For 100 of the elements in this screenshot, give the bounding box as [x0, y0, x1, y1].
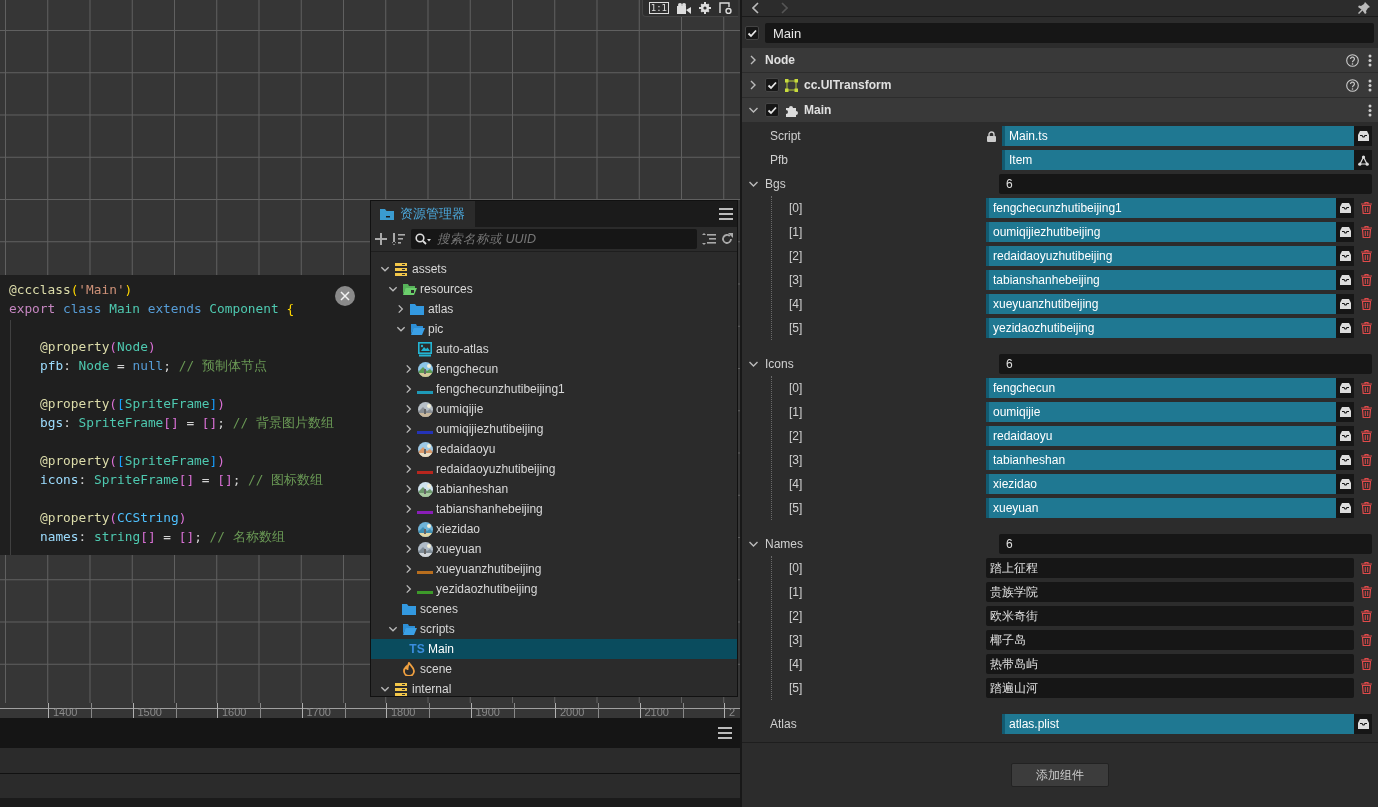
- inbox-icon[interactable]: [1339, 503, 1351, 513]
- trash-icon[interactable]: [1361, 226, 1372, 238]
- trash-icon[interactable]: [1361, 322, 1372, 334]
- text-field[interactable]: 踏遍山河: [986, 678, 1354, 698]
- add-component-button[interactable]: 添加组件: [1011, 763, 1109, 787]
- display-settings-icon[interactable]: [719, 2, 732, 14]
- component-header[interactable]: Node: [742, 48, 1378, 72]
- inbox-icon[interactable]: [1339, 479, 1351, 489]
- trash-icon[interactable]: [1361, 202, 1372, 214]
- chevron-right-icon[interactable]: [404, 583, 414, 595]
- tree-item[interactable]: xiezidao: [371, 519, 737, 539]
- trash-icon[interactable]: [1361, 298, 1372, 310]
- count-field[interactable]: 6: [999, 534, 1372, 554]
- inbox-icon[interactable]: [1357, 131, 1369, 141]
- chevron-right-icon[interactable]: [404, 563, 414, 575]
- pin-icon[interactable]: [1358, 2, 1370, 14]
- tree-item[interactable]: tabianshanhebeijing: [371, 499, 737, 519]
- trash-icon[interactable]: [1361, 682, 1372, 694]
- refresh-icon[interactable]: [721, 233, 733, 245]
- tree-item[interactable]: xueyuanzhutibeijing: [371, 559, 737, 579]
- text-field[interactable]: 热带岛屿: [986, 654, 1354, 674]
- inbox-icon[interactable]: [1339, 203, 1351, 213]
- trash-icon[interactable]: [1361, 430, 1372, 442]
- checkbox[interactable]: [745, 26, 759, 40]
- text-field[interactable]: 踏上征程: [986, 558, 1354, 578]
- chevron-right-icon[interactable]: [404, 523, 414, 535]
- text-field[interactable]: 欧米奇街: [986, 606, 1354, 626]
- trash-icon[interactable]: [1361, 478, 1372, 490]
- asset-field[interactable]: xueyuanzhutibeijing: [986, 294, 1336, 314]
- chevron-right-icon[interactable]: [404, 483, 414, 495]
- inbox-icon[interactable]: [1339, 251, 1351, 261]
- tree-item[interactable]: atlas: [371, 299, 737, 319]
- asset-field[interactable]: redaidaoyuzhutibeijing: [986, 246, 1336, 266]
- asset-field[interactable]: oumiqijiezhutibeijing: [986, 222, 1336, 242]
- menu-icon[interactable]: [718, 727, 732, 739]
- tree-item[interactable]: fengchecun: [371, 359, 737, 379]
- chevron-right-icon[interactable]: [404, 463, 414, 475]
- chevron-right-icon[interactable]: [404, 543, 414, 555]
- chevron-right-icon[interactable]: [404, 503, 414, 515]
- tree-item[interactable]: scene: [371, 659, 737, 679]
- sort-icon[interactable]: [392, 233, 406, 245]
- tree-item[interactable]: auto-atlas: [371, 339, 737, 359]
- trash-icon[interactable]: [1361, 454, 1372, 466]
- tree-item[interactable]: yezidaozhutibeijing: [371, 579, 737, 599]
- inbox-icon[interactable]: [1339, 299, 1351, 309]
- trash-icon[interactable]: [1361, 610, 1372, 622]
- checkbox[interactable]: [765, 103, 779, 117]
- add-icon[interactable]: [375, 233, 387, 245]
- tree-item[interactable]: oumiqijiezhutibeijing: [371, 419, 737, 439]
- inbox-icon[interactable]: [1357, 719, 1369, 729]
- tree-item[interactable]: xueyuan: [371, 539, 737, 559]
- help-icon[interactable]: [1346, 78, 1359, 92]
- more-icon[interactable]: [1368, 103, 1372, 117]
- inbox-icon[interactable]: [1339, 431, 1351, 441]
- tree-item[interactable]: scenes: [371, 599, 737, 619]
- chevron-right-icon[interactable]: [404, 383, 414, 395]
- tree-item[interactable]: fengchecunzhutibeijing1: [371, 379, 737, 399]
- text-field[interactable]: 椰子岛: [986, 630, 1354, 650]
- search-icon[interactable]: [415, 233, 431, 245]
- trash-icon[interactable]: [1361, 382, 1372, 394]
- back-icon[interactable]: [752, 2, 760, 14]
- count-field[interactable]: 6: [999, 174, 1372, 194]
- tree-item[interactable]: TS Main: [371, 639, 737, 659]
- asset-field[interactable]: yezidaozhutibeijing: [986, 318, 1336, 338]
- node-tree-icon[interactable]: [1357, 154, 1369, 166]
- inbox-icon[interactable]: [1339, 323, 1351, 333]
- inbox-icon[interactable]: [1339, 455, 1351, 465]
- inbox-icon[interactable]: [1339, 383, 1351, 393]
- chevron-right-icon[interactable]: [404, 443, 414, 455]
- chevron-right-icon[interactable]: [404, 363, 414, 375]
- trash-icon[interactable]: [1361, 658, 1372, 670]
- search-field[interactable]: 搜索名称或 UUID: [411, 229, 697, 249]
- panel-tab[interactable]: 资源管理器: [371, 201, 475, 227]
- chevron-right-icon[interactable]: [396, 303, 406, 315]
- trash-icon[interactable]: [1361, 634, 1372, 646]
- text-field[interactable]: 贵族学院: [986, 582, 1354, 602]
- component-header[interactable]: Main: [742, 98, 1378, 122]
- asset-field[interactable]: oumiqijie: [986, 402, 1336, 422]
- asset-field[interactable]: tabianheshan: [986, 450, 1336, 470]
- tree-item[interactable]: redaidaoyu: [371, 439, 737, 459]
- camera-icon[interactable]: [677, 2, 691, 14]
- inbox-icon[interactable]: [1339, 227, 1351, 237]
- settings-icon[interactable]: [699, 2, 711, 14]
- name-field[interactable]: Main: [765, 23, 1374, 43]
- help-icon[interactable]: [1346, 53, 1359, 67]
- tree-item[interactable]: assets: [371, 259, 737, 279]
- more-icon[interactable]: [1368, 53, 1372, 67]
- chevron-right-icon[interactable]: [404, 423, 414, 435]
- trash-icon[interactable]: [1361, 562, 1372, 574]
- ratio-button[interactable]: 1:1: [648, 2, 669, 14]
- checkbox[interactable]: [765, 78, 779, 92]
- asset-field[interactable]: atlas.plist: [1002, 714, 1354, 734]
- tree-item[interactable]: tabianheshan: [371, 479, 737, 499]
- trash-icon[interactable]: [1361, 406, 1372, 418]
- trash-icon[interactable]: [1361, 274, 1372, 286]
- tree-item[interactable]: oumiqijie: [371, 399, 737, 419]
- tree-item[interactable]: redaidaoyuzhutibeijing: [371, 459, 737, 479]
- asset-field[interactable]: redaidaoyu: [986, 426, 1336, 446]
- trash-icon[interactable]: [1361, 250, 1372, 262]
- tree-item[interactable]: scripts: [371, 619, 737, 639]
